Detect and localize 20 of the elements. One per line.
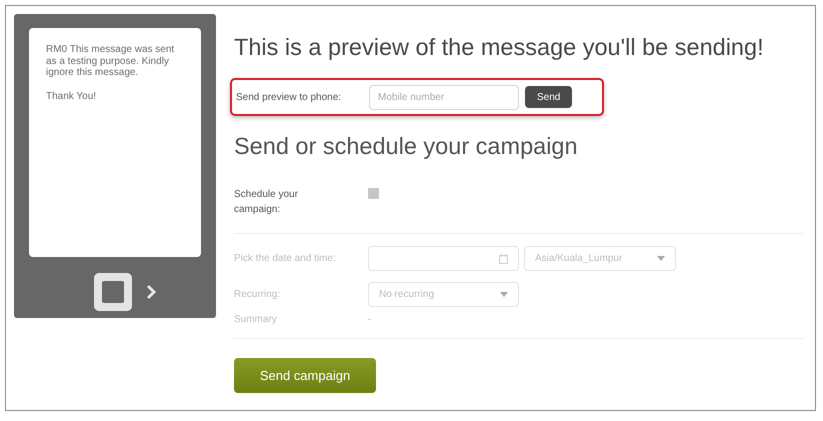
date-time-field[interactable]: [368, 246, 519, 271]
field-label: Summary: [234, 314, 278, 324]
schedule-title: Send or schedule your campaign: [234, 133, 579, 160]
send-campaign-button[interactable]: Send campaign: [234, 358, 376, 393]
summary-value: -: [368, 314, 372, 324]
home-button-icon[interactable]: [94, 273, 132, 311]
preview-title: This is a preview of the message you'll be sending!: [234, 34, 765, 61]
calendar-icon: [499, 254, 508, 264]
chevron-right-icon[interactable]: [146, 284, 156, 300]
schedule-label: Schedule your campaign:: [234, 188, 299, 217]
mobile-number-field[interactable]: Mobile number: [369, 84, 519, 110]
send-button[interactable]: Send: [525, 86, 572, 108]
message-text: RM0 This message was sent as a testing purpose. Kindly ignore this message.: [46, 44, 176, 78]
field-label: Pick the date and time:: [234, 253, 337, 264]
field-label: Recurring:: [234, 289, 282, 300]
send-preview-label: Send preview to phone:: [236, 92, 342, 102]
message-text: Thank You!: [46, 90, 98, 102]
schedule-checkbox[interactable]: [368, 188, 379, 199]
dropdown-caret-icon: [657, 256, 665, 261]
dropdown-caret-icon: [500, 292, 508, 297]
